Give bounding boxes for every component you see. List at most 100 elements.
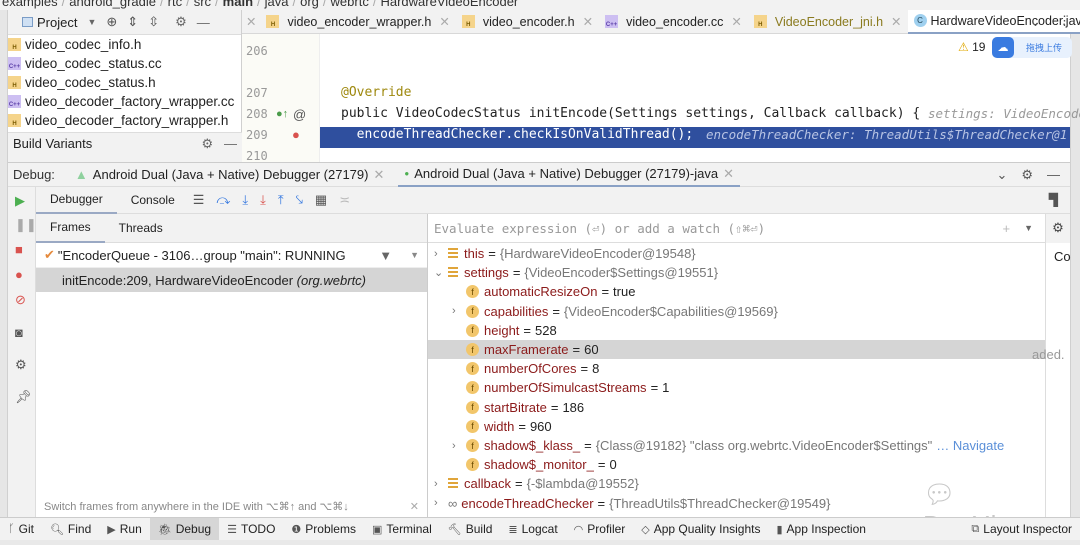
toolwindow-problems[interactable]: ❶ Problems	[283, 518, 364, 541]
breadcrumb-item[interactable]: org	[300, 0, 319, 9]
gear-icon[interactable]: ⚙	[1021, 167, 1033, 183]
step-out-icon[interactable]: ⤒	[278, 192, 284, 208]
breadcrumb-item[interactable]: rtc	[168, 0, 182, 9]
variable-row[interactable]: f width = 960	[428, 417, 1045, 436]
toolwindow-todo[interactable]: ☰ TODO	[219, 518, 283, 541]
tab-frames[interactable]: Frames	[36, 214, 105, 243]
pause-icon[interactable]: ❚❚	[15, 217, 37, 233]
filter-icon[interactable]: ▼	[379, 248, 392, 263]
toolwindow-git[interactable]: ᚴ Git	[0, 518, 42, 541]
minimize-icon[interactable]: —	[224, 136, 237, 151]
tab-threads[interactable]: Threads	[105, 221, 177, 235]
toolwindow-profiler[interactable]: ◠ Profiler	[566, 518, 634, 541]
breadcrumb-item[interactable]: webrtc	[331, 0, 369, 9]
close-icon[interactable]: ✕	[583, 14, 593, 29]
session-tab-1[interactable]: ▲ Android Dual (Java + Native) Debugger (…	[69, 167, 390, 183]
project-view-selector[interactable]: Project	[37, 15, 77, 30]
threads-menu-icon[interactable]: ☰	[193, 192, 205, 208]
toolwindow-run[interactable]: ▶ Run	[99, 518, 149, 541]
toolwindow-logcat[interactable]: ≣ Logcat	[500, 518, 565, 541]
mute-breakpoints-icon[interactable]: ⊘	[15, 292, 26, 308]
layout-icon[interactable]: ▜	[1049, 193, 1058, 207]
file-item[interactable]: C++ video_codec_status.cc	[8, 54, 241, 73]
close-icon[interactable]: ✕	[731, 14, 741, 29]
right-tool-strip[interactable]	[1070, 10, 1080, 517]
variable-row[interactable]: f startBitrate = 186	[428, 398, 1045, 417]
breadcrumb-item[interactable]: java	[265, 0, 289, 9]
add-watch-icon[interactable]: +	[1002, 221, 1010, 236]
chevron-down-icon[interactable]: ▼	[87, 17, 96, 27]
toolwindow-app-quality-insights[interactable]: ◇ App Quality Insights	[633, 518, 768, 541]
show-execution-point-icon[interactable]: ⤼	[216, 192, 230, 208]
gear-icon[interactable]: ⚙	[175, 14, 187, 30]
gear-icon[interactable]: ⚙	[1046, 214, 1070, 243]
run-to-cursor-icon[interactable]: ⤥	[296, 192, 303, 208]
file-item[interactable]: Hvideo_codec_status.h	[8, 73, 241, 92]
chevron-down-icon[interactable]: ⌄	[1030, 14, 1041, 30]
gear-icon[interactable]: ⚙	[202, 136, 214, 151]
editor-tab[interactable]: Hvideo_encoder_wrapper.h ✕	[260, 10, 455, 34]
variable-row[interactable]: f maxFramerate = 60	[428, 340, 1045, 359]
variable-row[interactable]: ⌄ settings = {VideoEncoder$Settings@19551}	[428, 263, 1045, 282]
thread-selector[interactable]: ✔ "EncoderQueue - 3106…group "main": RUN…	[36, 243, 427, 268]
implements-icon[interactable]: ●↑	[276, 108, 288, 120]
tab-debugger[interactable]: Debugger	[36, 187, 117, 214]
session-tab-2[interactable]: ● Android Dual (Java + Native) Debugger (…	[398, 162, 740, 187]
chevron-down-icon[interactable]: ▼	[410, 250, 419, 260]
editor-tab[interactable]: CHardwareVideoEncoder.java✕	[907, 9, 1080, 34]
file-item[interactable]: C++ video_decoder_factory_wrapper.cc	[8, 92, 241, 111]
tab-console[interactable]: Console	[117, 193, 189, 207]
force-step-into-icon[interactable]: ⤓	[260, 192, 266, 208]
file-item[interactable]: Hvideo_decoder_factory_wrapper.h	[8, 111, 241, 130]
toolwindow-build[interactable]: 🔨︎ Build	[440, 518, 501, 541]
step-over-icon[interactable]: ⤓	[242, 192, 248, 208]
toolwindow-debug[interactable]: 🐞︎ Debug	[149, 517, 220, 541]
evaluate-icon[interactable]: ▦	[315, 192, 327, 208]
annotation-icon[interactable]: @	[293, 107, 306, 122]
editor-tab[interactable]: H VideoEncoder_jni.h ✕	[748, 10, 908, 34]
upload-widget[interactable]: ☁ 拖拽上传	[992, 37, 1072, 58]
settings-icon[interactable]: ⚙	[15, 357, 27, 373]
file-item[interactable]: Hvideo_codec_info.h	[8, 35, 241, 54]
more-icon[interactable]: ⋮	[1058, 13, 1071, 29]
breakpoint-icon[interactable]: ●	[292, 127, 300, 142]
variable-row[interactable]: › this = {HardwareVideoEncoder@19548}	[428, 244, 1045, 263]
expand-all-icon[interactable]: ⇕	[127, 14, 138, 30]
chevron-right-icon[interactable]: ›	[434, 248, 448, 260]
stop-icon[interactable]: ■	[15, 242, 23, 257]
variable-row[interactable]: f shadow$_monitor_ = 0	[428, 455, 1045, 474]
trace-icon[interactable]: ≍	[339, 192, 350, 208]
warnings-indicator[interactable]: ⚠ 19	[958, 40, 985, 54]
close-icon[interactable]: ✕	[242, 14, 260, 29]
breadcrumb-item[interactable]: main	[223, 0, 253, 9]
pin-icon[interactable]: 📌︎	[15, 389, 32, 405]
editor-tab[interactable]: C++ video_encoder.cc ✕	[599, 10, 748, 34]
close-icon[interactable]: ✕	[439, 14, 449, 29]
chevron-right-icon[interactable]: ›	[434, 478, 448, 490]
chevron-right-icon[interactable]: ›	[452, 440, 466, 452]
build-variants-header[interactable]: Build Variants ⚙ —	[8, 132, 242, 162]
camera-icon[interactable]: ◙	[15, 325, 23, 340]
close-icon[interactable]: ✕	[410, 500, 419, 513]
resume-icon[interactable]: ▶	[15, 193, 25, 209]
toolwindow-app-inspection[interactable]: ▮ App Inspection	[768, 518, 873, 541]
chevron-down-icon[interactable]: ⌄	[434, 266, 448, 279]
editor-tab[interactable]: Hvideo_encoder.h ✕	[456, 10, 599, 34]
toolwindow-terminal[interactable]: ▣ Terminal	[364, 518, 440, 541]
close-icon[interactable]: ✕	[891, 14, 901, 29]
variable-row[interactable]: f numberOfSimulcastStreams = 1	[428, 378, 1045, 397]
code-editor[interactable]: 206 207 @Override 208 public VideoCodecStatu…	[242, 34, 1080, 163]
breadcrumb-item[interactable]: src	[194, 0, 211, 9]
close-icon[interactable]: ✕	[373, 167, 384, 183]
chevron-right-icon[interactable]: ›	[434, 497, 448, 509]
stack-frame[interactable]: initEncode:209, HardwareVideoEncoder (or…	[36, 268, 427, 292]
view-breakpoints-icon[interactable]: ●	[15, 267, 23, 282]
minimize-icon[interactable]: —	[197, 15, 210, 30]
toolwindow-layout-inspector[interactable]: ⧉ Layout Inspector	[963, 518, 1080, 541]
chevron-down-icon[interactable]: ▼	[1024, 223, 1033, 233]
navigate-link[interactable]: … Navigate	[936, 438, 1004, 453]
breadcrumb-item[interactable]: android_gradle	[69, 0, 156, 9]
variable-row[interactable]: › f shadow$_klass_ = {Class@19182} "class or…	[428, 436, 1045, 455]
variable-row[interactable]: f height = 528	[428, 321, 1045, 340]
variable-row[interactable]: f automaticResizeOn = true	[428, 282, 1045, 301]
